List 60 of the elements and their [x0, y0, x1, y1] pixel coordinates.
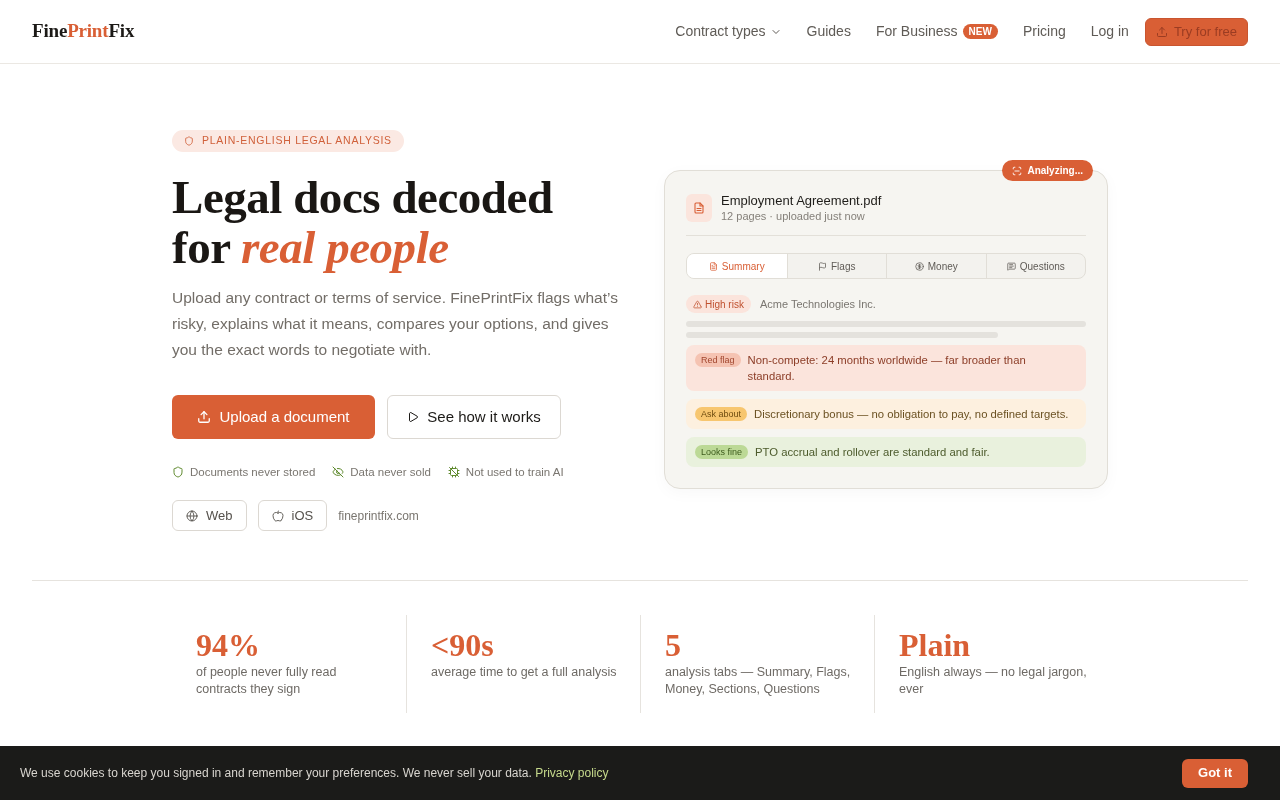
logo[interactable]: FinePrintFix	[32, 17, 135, 46]
upload-icon	[1155, 25, 1168, 38]
cookie-message: We use cookies to keep you signed in and remember your preferences. We never sell your data. Privacy policy	[20, 765, 609, 782]
tab[interactable]: Questions	[985, 254, 1085, 278]
assurance-text: Data never sold	[350, 465, 431, 480]
stat-value: <90s	[431, 627, 495, 663]
message-icon	[1006, 261, 1016, 271]
stat-caption: average time to get a full analysis	[431, 664, 618, 681]
crossed-chip-icon	[447, 466, 460, 478]
shield-icon	[184, 136, 194, 146]
finding-text: PTO accrual and rollover are standard and fair.	[755, 445, 990, 460]
stat-caption: English always — no legal jargon, ever	[899, 664, 1088, 698]
flag-icon	[818, 261, 827, 271]
tab[interactable]: Flags	[786, 254, 886, 278]
warning-icon	[693, 299, 702, 309]
privacy-policy-link[interactable]: Privacy policy	[535, 766, 609, 780]
nav-dropdown[interactable]: Contract types	[675, 21, 782, 42]
platform-button[interactable]: iOS	[257, 500, 328, 531]
stat-value: 5	[665, 627, 682, 663]
nav-link[interactable]: Log in	[1090, 21, 1129, 42]
dollar-coin-icon	[914, 261, 924, 271]
document-icon	[686, 193, 712, 222]
stat-caption: of people never fully read contracts they sign	[196, 664, 338, 698]
apple-icon	[271, 509, 284, 522]
play-icon	[407, 411, 420, 423]
nav-link[interactable]: Pricing	[1022, 21, 1066, 42]
hero-description: Upload any contract or terms of service. FinePrintFix flags what’s risky, explains what it means, compares your options, and gives you the exact words to negotiate with.	[172, 288, 619, 360]
file-name: Employment Agreement.pdf	[721, 192, 882, 209]
stat-caption: analysis tabs — Summary, Flags, Money, Sections, Questions	[665, 664, 852, 698]
nav-link[interactable]: Guides	[806, 21, 851, 42]
document-icon	[708, 261, 718, 271]
eyebrow-pill: PLAIN-ENGLISH LEGAL ANALYSIS	[172, 130, 404, 152]
assurance-text: Not used to train AI	[465, 465, 564, 480]
shield-icon	[172, 466, 184, 478]
globe-icon	[186, 509, 198, 522]
nav-link[interactable]: For Business	[875, 21, 958, 42]
company-name: Acme Technologies Inc.	[759, 296, 876, 312]
tab[interactable]: Money	[886, 254, 986, 278]
assurance-text: Documents never stored	[190, 465, 316, 480]
see-how-it-works-button[interactable]: See how it works	[387, 395, 561, 439]
headline: Legal docs decoded for real people	[172, 172, 553, 272]
new-badge: NEW	[962, 24, 998, 39]
eye-off-icon	[332, 466, 345, 478]
finding-tag: Ask about	[695, 407, 748, 421]
scan-icon	[1012, 165, 1023, 176]
file-meta: 12 pages · uploaded just now	[721, 209, 866, 223]
platform-button[interactable]: Web	[172, 500, 247, 531]
stat-value: 94%	[196, 627, 261, 663]
finding-tag: Looks fine	[695, 445, 749, 459]
stat-value: Plain	[899, 627, 972, 663]
high-risk-badge: High risk	[686, 295, 751, 313]
finding-text: Discretionary bonus — no obligation to pay, no defined targets.	[754, 407, 1069, 422]
upload-document-button[interactable]: Upload a document	[172, 395, 375, 439]
tab[interactable]: Summary	[687, 254, 787, 278]
domain-text: fineprintfix.com	[338, 507, 419, 525]
upload-icon	[197, 410, 212, 424]
got-it-button[interactable]: Got it	[1182, 758, 1248, 788]
finding-tag: Red flag	[695, 353, 741, 367]
finding-text: Non-compete: 24 months worldwide — far broader than standard.	[747, 353, 1027, 384]
analyzing-badge: Analyzing...	[1002, 160, 1093, 181]
